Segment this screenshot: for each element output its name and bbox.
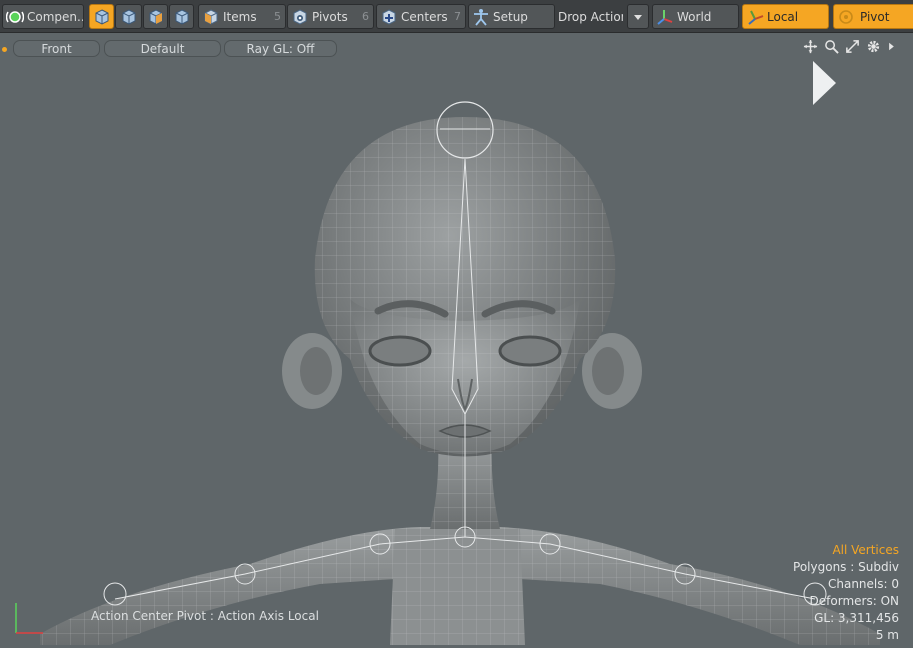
items-icon [204, 8, 218, 25]
mesh-cube-icon [175, 8, 188, 25]
centers-shortcut: 7 [454, 10, 461, 23]
expand-arrow-icon[interactable] [887, 39, 895, 54]
pivot-center-button[interactable]: Pivot [833, 4, 913, 29]
world-axis-button[interactable]: World [652, 4, 739, 29]
local-label: Local [767, 9, 799, 24]
vertex-cube-icon [95, 8, 108, 25]
polygon-cube-icon [149, 8, 162, 25]
drop-action-label: Drop Action [558, 9, 624, 24]
items-shortcut: 5 [274, 10, 281, 23]
pivots-icon [293, 8, 307, 25]
action-center-readout: Action Center Pivot : Action Axis Local [91, 609, 319, 623]
grid-scale-stat: 5 m [875, 628, 899, 642]
zoom-icon[interactable] [824, 39, 839, 54]
setup-mode-button[interactable]: Setup [468, 4, 555, 29]
centers-label: Centers [401, 9, 448, 24]
viewport-header: Front Default Ray GL: Off [0, 37, 913, 59]
world-axis-icon [657, 9, 673, 25]
raygl-label: Ray GL: Off [246, 41, 315, 56]
edge-cube-icon [122, 8, 135, 25]
selection-mode-label: All Vertices [832, 543, 899, 557]
main-toolbar: Compen... Items 5 Pivots 6 Centers 7 Set… [0, 0, 913, 33]
view-type-label: Front [41, 41, 72, 56]
local-axis-icon [748, 10, 764, 25]
axis-gizmo-icon [15, 603, 43, 634]
centers-mode-button[interactable]: Centers 7 [376, 4, 466, 29]
viewport-nav-icons [803, 39, 895, 54]
edges-mode-button[interactable] [115, 4, 142, 29]
viewport-stats: All Vertices Polygons : Subdiv Channels:… [793, 542, 899, 644]
items-label: Items [223, 9, 257, 24]
shading-style-label: Default [140, 41, 185, 56]
view-type-dropdown[interactable]: Front [13, 40, 100, 57]
maximize-icon[interactable] [845, 39, 860, 54]
centers-icon [382, 8, 396, 25]
compensate-button[interactable]: Compen... [2, 4, 84, 29]
channels-stat: Channels: 0 [827, 577, 899, 591]
gear-icon[interactable] [866, 39, 881, 54]
polygons-stat: Polygons : Subdiv [793, 560, 899, 574]
play-arrow-icon[interactable] [812, 60, 838, 106]
vertices-mode-button[interactable] [89, 4, 114, 29]
viewport-3d[interactable] [0, 59, 913, 645]
polygons-mode-button[interactable] [143, 4, 168, 29]
deformers-stat: Deformers: ON [809, 594, 899, 608]
setup-label: Setup [493, 9, 528, 24]
setup-icon [474, 8, 488, 26]
items-mode-button[interactable]: Items 5 [198, 4, 286, 29]
drop-action-label-box: Drop Action [556, 4, 624, 29]
world-label: World [677, 9, 712, 24]
compensate-label: Compen... [27, 9, 84, 24]
pivots-shortcut: 6 [362, 10, 369, 23]
shading-style-dropdown[interactable]: Default [104, 40, 221, 57]
pivot-label: Pivot [860, 9, 890, 24]
local-axis-button[interactable]: Local [742, 4, 829, 29]
dropdown-arrow-icon [634, 14, 642, 20]
viewport-menu-dot[interactable] [2, 47, 7, 52]
pivots-mode-button[interactable]: Pivots 6 [287, 4, 374, 29]
gl-stat: GL: 3,311,456 [814, 611, 899, 625]
character-mesh [40, 101, 880, 645]
move-view-icon[interactable] [803, 39, 818, 54]
drop-action-dropdown[interactable] [627, 4, 649, 29]
compensate-icon [6, 10, 24, 23]
pivot-target-icon [839, 9, 853, 24]
raygl-toggle[interactable]: Ray GL: Off [224, 40, 337, 57]
pivots-label: Pivots [312, 9, 348, 24]
mesh-mode-button[interactable] [169, 4, 194, 29]
